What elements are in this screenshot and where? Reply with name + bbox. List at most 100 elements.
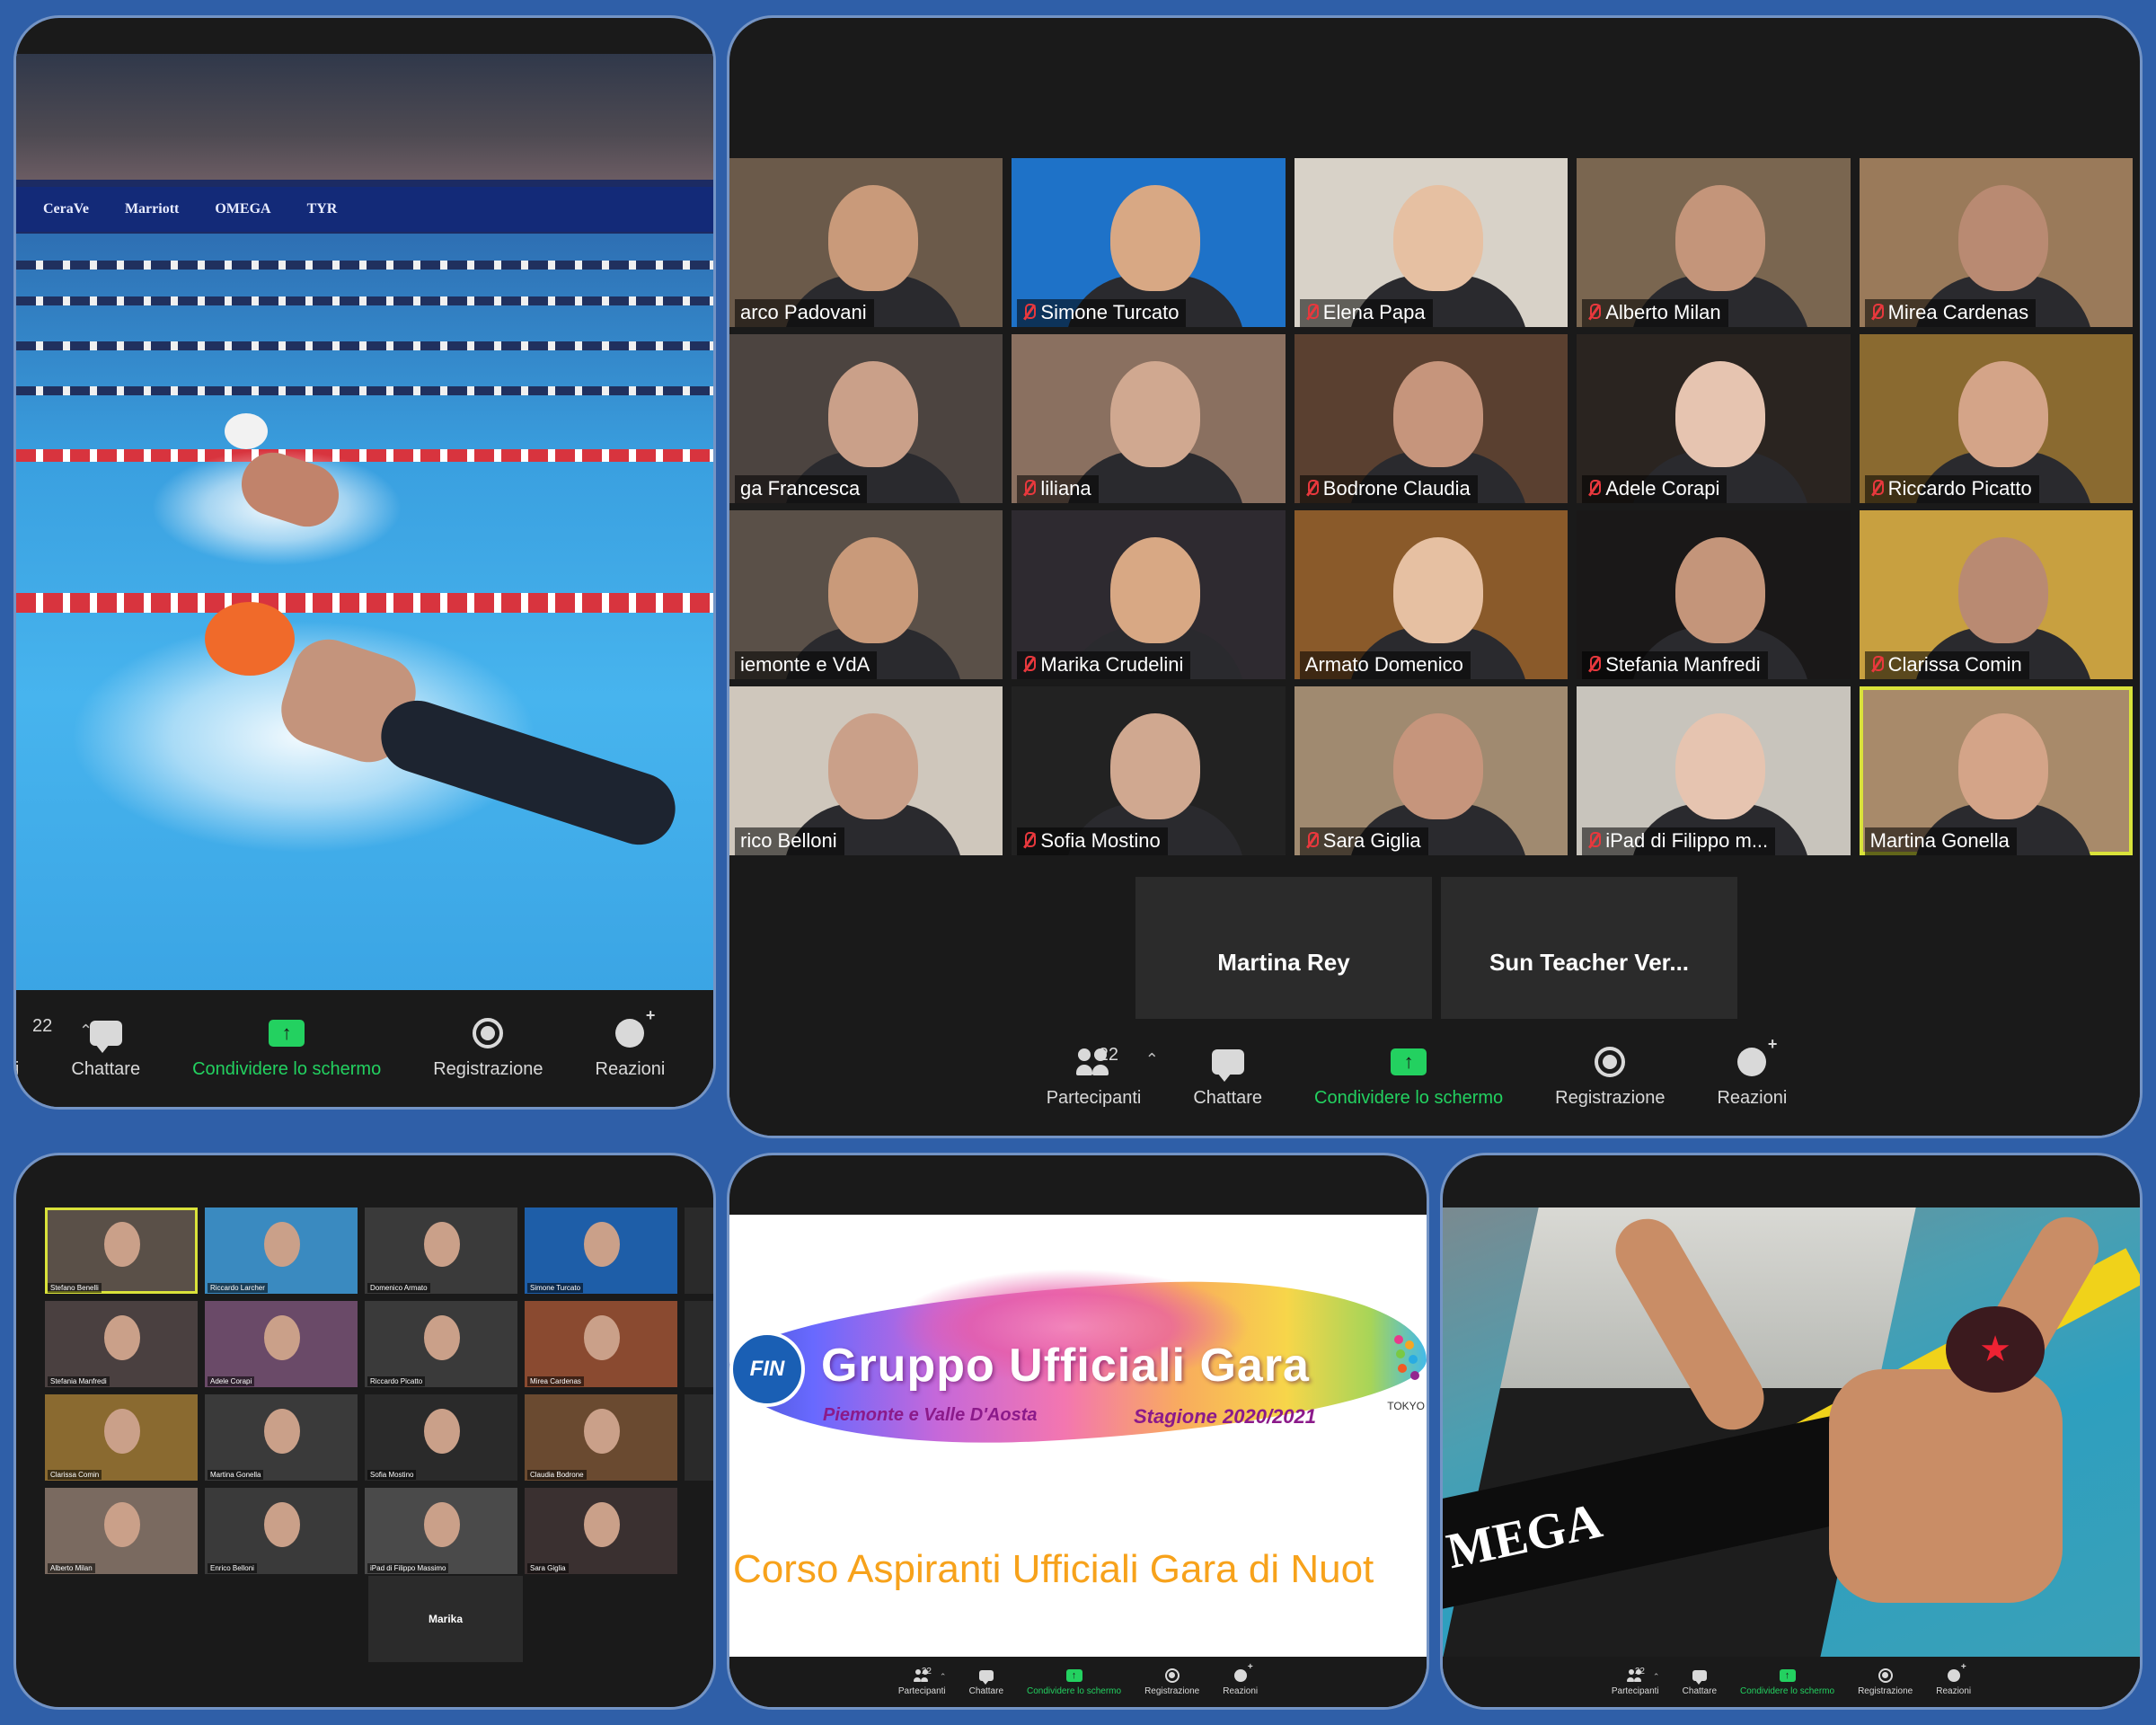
participant-face [424,1222,460,1267]
share-screen-button[interactable]: ↑ Condividere lo schermo [1314,1047,1503,1109]
participant-tile[interactable]: Domenico Armato [365,1208,517,1294]
muted-mic-icon [1022,832,1037,850]
participant-name: Riccardo Picatto [1887,477,2032,500]
record-button[interactable]: Registrazione [1858,1668,1913,1696]
participant-name: Riccardo Picatto [367,1376,426,1386]
participant-tile[interactable]: Claudia Bodrone [525,1394,677,1481]
participant-tile[interactable]: Adele Corapi [1577,334,1851,503]
tokyo-olympics-logo [1391,1331,1427,1430]
record-button[interactable]: Registrazione [1144,1668,1199,1696]
participants-count: 22 [1098,1044,1118,1065]
participants-count: 22 [32,1015,53,1036]
participant-tile[interactable]: Sofia Mostino [365,1394,517,1481]
participant-name: arco Padovani [740,301,867,323]
reactions-button[interactable]: Reazioni [1223,1662,1258,1696]
participant-tile[interactable]: Bodrone Claudia [1294,334,1568,503]
participants-button[interactable]: Partecipanti 22 ⌃ [898,1667,947,1696]
chat-button[interactable]: Chattare [1683,1668,1717,1696]
share-screen-button[interactable]: ↑ Condividere lo schermo [1740,1668,1834,1696]
chat-button[interactable]: Chattare [1193,1047,1262,1109]
participant-tile[interactable]: Simone Turcato [525,1208,677,1294]
participant-tile[interactable] [685,1208,713,1294]
record-button[interactable]: Registrazione [1555,1046,1665,1109]
participant-tile[interactable]: Clarissa Comin [45,1394,198,1481]
record-label: Registrazione [433,1058,543,1079]
reactions-button[interactable]: Reazioni [1936,1662,1971,1696]
fin-logo: FIN [729,1331,805,1407]
participant-tile[interactable]: Marika Crudelini [1012,510,1286,679]
participant-face [424,1315,460,1360]
participant-tile-no-video[interactable]: Marika [368,1576,523,1662]
participant-name: Alberto Milan [48,1563,95,1573]
participant-tile[interactable]: Elena Papa [1294,158,1568,327]
participant-face [1392,713,1483,819]
participants-button[interactable]: panti 22 ⌃ [16,1016,93,1080]
participant-tile[interactable]: Alberto Milan [45,1488,198,1574]
participant-tile[interactable]: iPad di Filippo m... [1577,686,1851,855]
participant-tile[interactable]: liliana [1012,334,1286,503]
chat-label: Chattare [1193,1087,1263,1108]
participant-tile[interactable]: Simone Turcato [1012,158,1286,327]
participant-tile[interactable]: Sofia Mostino [1012,686,1286,855]
participant-name-label: Stefania Manfredi [1582,651,1768,679]
muted-mic-icon [1305,304,1319,322]
participants-button[interactable]: Partecipanti 22 ⌃ [1047,1044,1159,1109]
caret-up-icon[interactable]: ⌃ [1653,1672,1660,1682]
participant-name-label: Sara Giglia [1299,827,1428,855]
pool-water [16,234,713,1006]
participant-face [264,1502,300,1547]
participant-tile[interactable]: Armato Domenico [1294,510,1568,679]
participant-name: Stefano Benelli [48,1283,102,1293]
reactions-button[interactable]: Reazioni [1717,1035,1787,1109]
participant-face [584,1222,620,1267]
participant-tile[interactable]: arco Padovani [729,158,1003,327]
participant-tile[interactable]: Sara Giglia [525,1488,677,1574]
participant-name-label: Adele Corapi [1582,475,1727,503]
participant-tile[interactable]: Riccardo Picatto [1859,334,2133,503]
participant-tile[interactable]: Alberto Milan [1577,158,1851,327]
small-video-grid: Stefano Benelli Riccardo Larcher Domenico … [45,1208,713,1574]
participant-face [584,1409,620,1454]
participant-tile[interactable]: Mirea Cardenas [525,1301,677,1387]
participant-tile[interactable]: Martina Gonella [1859,686,2133,855]
participant-tile[interactable]: Martina Gonella [205,1394,358,1481]
participant-tile[interactable]: Clarissa Comin [1859,510,2133,679]
slide-season: Stagione 2020/2021 [1134,1405,1317,1428]
participant-tile[interactable]: Enrico Belloni [205,1488,358,1574]
participant-tile[interactable] [685,1301,713,1387]
participant-tile[interactable]: Stefania Manfredi [1577,510,1851,679]
participant-tile[interactable]: Riccardo Picatto [365,1301,517,1387]
participant-tile[interactable]: Riccardo Larcher [205,1208,358,1294]
participants-button[interactable]: Partecipanti 22 ⌃ [1611,1667,1660,1696]
participant-tile[interactable]: Stefania Manfredi [45,1301,198,1387]
participant-tile[interactable]: iPad di Filippo Massimo [365,1488,517,1574]
participant-face [1957,537,2048,643]
participant-name: Sun Teacher Ver... [1489,948,1690,976]
participant-face [828,713,918,819]
participant-name: Sara Giglia [1322,829,1421,852]
participant-tile[interactable]: ga Francesca [729,334,1003,503]
caret-up-icon[interactable]: ⌃ [1145,1050,1159,1069]
participant-tile[interactable]: Stefano Benelli [45,1208,198,1294]
participant-tile[interactable]: iemonte e VdA [729,510,1003,679]
participants-label: Partecipanti [1611,1685,1659,1696]
participant-name-label: Sofia Mostino [1017,827,1168,855]
share-screen-button[interactable]: ↑ Condividere lo schermo [1027,1668,1121,1696]
participant-name: ga Francesca [740,477,861,500]
participant-tile[interactable]: Sara Giglia [1294,686,1568,855]
caret-up-icon[interactable]: ⌃ [940,1672,947,1682]
participant-name: iPad di Filippo Massimo [367,1563,449,1573]
participant-tile[interactable]: Mirea Cardenas [1859,158,2133,327]
participant-name: Martina Gonella [1869,829,2010,852]
participant-tile[interactable] [685,1394,713,1481]
participant-tile[interactable]: Adele Corapi [205,1301,358,1387]
participant-name: Claudia Bodrone [527,1470,587,1480]
reactions-button[interactable]: Reazioni [596,1006,666,1080]
participant-tile[interactable]: rico Belloni [729,686,1003,855]
participant-name: iPad di Filippo m... [1605,829,1769,852]
participant-face [828,537,918,643]
share-screen-button[interactable]: ↑ Condividere lo schermo [192,1018,381,1080]
chat-button[interactable]: Chattare [969,1668,1003,1696]
chat-button[interactable]: Chattare [71,1018,140,1080]
record-button[interactable]: Registrazione [433,1017,543,1080]
